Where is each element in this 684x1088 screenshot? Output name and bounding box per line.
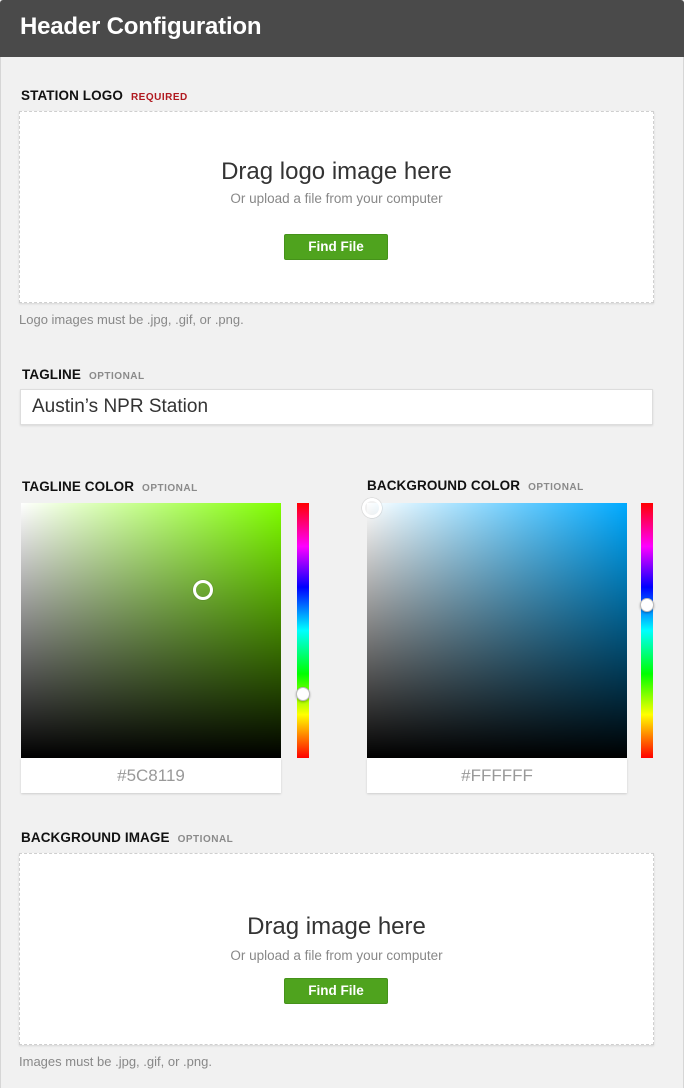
background-color-label-text: BACKGROUND COLOR xyxy=(367,478,521,493)
station-logo-find-file-button[interactable]: Find File xyxy=(284,234,388,260)
background-color-saturation-area[interactable] xyxy=(362,498,627,758)
background-image-drop-title: Drag image here xyxy=(247,913,426,940)
tagline-label-text: TAGLINE xyxy=(22,367,81,382)
station-logo-drop-title: Drag logo image here xyxy=(221,158,452,185)
station-logo-dropzone[interactable]: Drag logo image here Or upload a file fr… xyxy=(19,111,654,303)
tagline-color-picker-handle[interactable] xyxy=(193,579,213,600)
background-image-hint: Images must be .jpg, .gif, or .png. xyxy=(19,1054,212,1069)
station-logo-label-text: STATION LOGO xyxy=(21,88,123,103)
optional-tag: OPTIONAL xyxy=(88,371,145,382)
page-title: Header Configuration xyxy=(20,13,262,40)
tagline-hue-slider-handle[interactable] xyxy=(296,687,310,702)
tagline-color-label-text: TAGLINE COLOR xyxy=(22,479,135,494)
background-hue-slider-handle[interactable] xyxy=(640,598,654,612)
brightness-gradient xyxy=(21,503,281,758)
background-image-drop-subtitle: Or upload a file from your computer xyxy=(230,948,443,963)
station-logo-hint: Logo images must be .jpg, .gif, or .png. xyxy=(19,312,244,327)
brightness-gradient xyxy=(367,503,627,758)
background-color-label: BACKGROUND COLOR OPTIONAL xyxy=(367,478,584,493)
tagline-color-label: TAGLINE COLOR OPTIONAL xyxy=(22,479,198,494)
background-image-label-text: BACKGROUND IMAGE xyxy=(21,830,170,845)
tagline-input[interactable] xyxy=(20,389,653,425)
header-bar: Header Configuration xyxy=(0,0,684,57)
station-logo-drop-subtitle: Or upload a file from your computer xyxy=(230,191,443,206)
background-color-hue-slider[interactable] xyxy=(640,503,654,758)
required-tag: REQUIRED xyxy=(130,92,188,103)
background-image-label: BACKGROUND IMAGE OPTIONAL xyxy=(21,830,233,845)
optional-tag: OPTIONAL xyxy=(177,834,234,845)
tagline-color-hue-slider[interactable] xyxy=(296,503,310,758)
background-color-picker-handle[interactable] xyxy=(362,498,383,519)
background-image-dropzone[interactable]: Drag image here Or upload a file from yo… xyxy=(19,853,654,1045)
tagline-color-hex-field[interactable]: #5C8119 xyxy=(21,758,281,793)
background-image-find-file-button[interactable]: Find File xyxy=(284,978,388,1004)
station-logo-label: STATION LOGO REQUIRED xyxy=(21,88,188,103)
optional-tag: OPTIONAL xyxy=(528,482,584,493)
tagline-color-saturation-area[interactable] xyxy=(21,503,281,758)
tagline-label: TAGLINE OPTIONAL xyxy=(22,367,145,382)
optional-tag: OPTIONAL xyxy=(142,483,198,494)
background-color-hex-field[interactable]: #FFFFFF xyxy=(367,758,627,793)
